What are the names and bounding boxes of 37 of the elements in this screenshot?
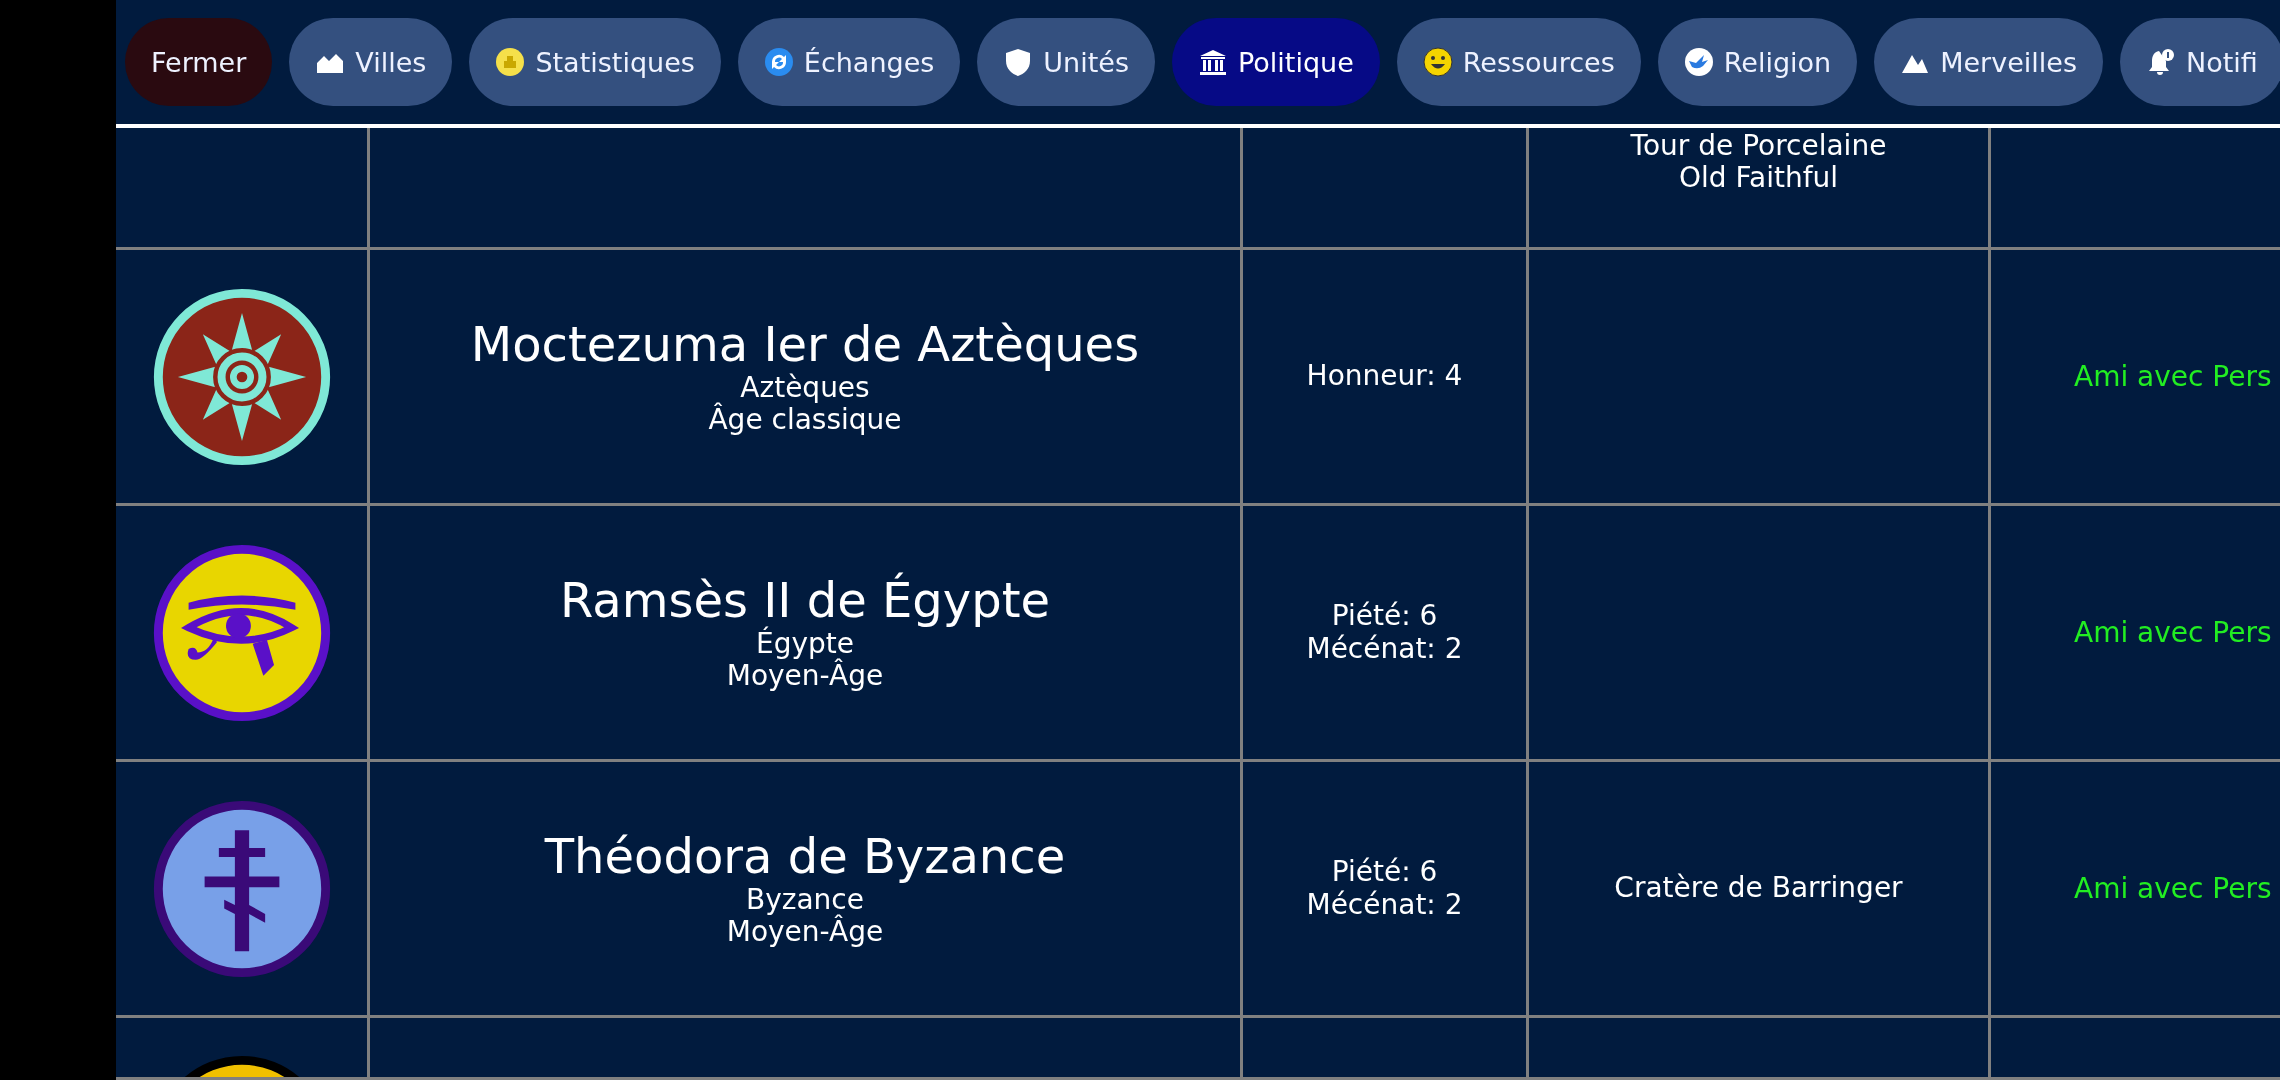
wonder-name: Cratère de Barringer bbox=[1614, 872, 1903, 905]
nav-tab[interactable]: Merveilles bbox=[1874, 18, 2103, 106]
era-label: Moyen-Âge bbox=[726, 916, 884, 949]
dove-icon bbox=[1683, 47, 1714, 77]
policy-text: Mécénat: 2 bbox=[1306, 888, 1463, 921]
relation-text: Ami avec Pers bbox=[2073, 872, 2272, 905]
civilization-name: Égypte bbox=[756, 627, 854, 660]
sun-emblem-icon bbox=[152, 287, 331, 466]
relation-text: Ami avec Pers bbox=[2073, 360, 2272, 393]
smiley-icon bbox=[1422, 47, 1453, 77]
nav-tab[interactable]: Religion bbox=[1657, 18, 1858, 106]
nav-tab[interactable]: Villes bbox=[289, 18, 453, 106]
coin-stack-icon bbox=[495, 47, 526, 77]
nav-tab[interactable]: Statistiques bbox=[469, 18, 721, 106]
relation-text: Ami avec Pers bbox=[2073, 616, 2272, 649]
exchange-arrows-icon bbox=[763, 47, 794, 77]
leader-name: Moctezuma Ier de Aztèques bbox=[470, 316, 1140, 372]
leader-name: Théodora de Byzance bbox=[544, 828, 1066, 884]
columns-building-icon bbox=[1197, 47, 1228, 77]
era-label: Âge classique bbox=[708, 404, 902, 437]
wonder-name: Old Faithful bbox=[1678, 162, 1839, 195]
wonder-name: Tour de Porcelaine bbox=[1630, 130, 1887, 163]
nav-tab[interactable]: Échanges bbox=[737, 18, 961, 106]
civilization-name: Aztèques bbox=[740, 371, 870, 404]
cross-emblem-icon bbox=[152, 799, 331, 978]
nav-tab[interactable]: Unités bbox=[977, 18, 1155, 106]
civilization-name: Byzance bbox=[746, 883, 864, 916]
nav-tab[interactable]: Notifi bbox=[2119, 18, 2280, 106]
era-label: Moyen-Âge bbox=[726, 660, 884, 693]
eye-emblem-icon bbox=[152, 543, 331, 722]
policy-text: Mécénat: 2 bbox=[1306, 632, 1463, 665]
policy-text: Piété: 6 bbox=[1331, 856, 1438, 889]
policy-text: Piété: 6 bbox=[1331, 600, 1438, 633]
nav-tab[interactable]: Politique bbox=[1171, 18, 1380, 106]
nav-tab[interactable]: Ressources bbox=[1396, 18, 1641, 106]
close-button[interactable]: Fermer bbox=[125, 18, 273, 106]
policy-text: Honneur: 4 bbox=[1306, 360, 1463, 393]
